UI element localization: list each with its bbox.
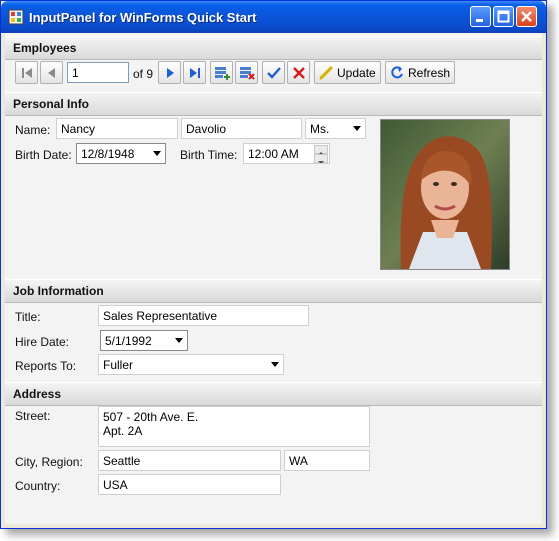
birth-date-value: 12/8/1948: [81, 147, 135, 161]
personal-info-header: Personal Info: [5, 92, 542, 116]
title-of-courtesy-select[interactable]: Ms.: [305, 118, 366, 139]
add-record-icon: [215, 67, 230, 80]
refresh-button-label: Refresh: [408, 66, 451, 80]
chevron-down-icon: [271, 362, 279, 367]
address-header-label: Address: [13, 387, 62, 401]
street-label: Street:: [15, 409, 51, 423]
cancel-button[interactable]: [287, 61, 310, 84]
reports-to-label: Reports To:: [15, 359, 77, 373]
last-record-button[interactable]: [183, 61, 206, 84]
chevron-down-icon: [318, 161, 324, 163]
first-name-field[interactable]: Nancy: [56, 118, 178, 139]
last-name-field[interactable]: Davolio: [181, 118, 302, 139]
next-record-icon: [167, 68, 174, 78]
country-label: Country:: [15, 479, 61, 493]
add-record-button[interactable]: [210, 61, 233, 84]
record-position-input[interactable]: 1: [67, 62, 129, 83]
employees-header-label: Employees: [13, 41, 77, 55]
chevron-down-icon: [153, 151, 161, 156]
update-button-label: Update: [337, 66, 376, 80]
delete-record-button[interactable]: [235, 61, 258, 84]
apply-button[interactable]: [262, 61, 285, 84]
employee-photo: [380, 119, 510, 270]
chevron-down-icon: [353, 126, 361, 131]
minimize-icon: [476, 19, 483, 22]
update-icon: [319, 66, 333, 80]
birth-date-label: Birth Date:: [15, 148, 72, 162]
job-information-header-label: Job Information: [13, 284, 104, 298]
app-icon: [8, 9, 24, 25]
title-of-courtesy-value: Ms.: [310, 122, 330, 136]
previous-record-button[interactable]: [40, 61, 63, 84]
minimize-button[interactable]: [470, 6, 491, 27]
birth-time-value: 12:00 AM: [248, 147, 299, 161]
region-field[interactable]: WA: [284, 450, 370, 471]
birth-time-spinner[interactable]: [314, 145, 328, 163]
hire-date-label: Hire Date:: [15, 335, 70, 349]
close-icon: [521, 11, 532, 22]
spin-up-button[interactable]: [314, 145, 328, 155]
input-panel: Employees 1 of 9 Update Refresh Personal…: [5, 33, 542, 524]
cancel-icon: [293, 67, 305, 79]
maximize-button[interactable]: [493, 6, 514, 27]
refresh-button[interactable]: Refresh: [385, 61, 455, 84]
hire-date-picker[interactable]: 5/1/1992: [100, 330, 188, 351]
apply-icon: [267, 67, 281, 79]
record-count-label: of 9: [133, 67, 154, 81]
city-region-label: City, Region:: [15, 455, 83, 469]
delete-record-icon: [240, 67, 255, 80]
previous-record-icon: [48, 68, 55, 78]
app-window: InputPanel for WinForms Quick Start Empl…: [0, 0, 547, 529]
birth-time-label: Birth Time:: [180, 148, 238, 162]
job-information-header: Job Information: [5, 279, 542, 303]
city-field[interactable]: Seattle: [98, 450, 281, 471]
update-button[interactable]: Update: [314, 61, 381, 84]
street-line-1: 507 - 20th Ave. E.: [103, 410, 199, 424]
job-title-label: Title:: [15, 310, 41, 324]
spin-down-button[interactable]: [314, 154, 328, 163]
birth-time-field[interactable]: 12:00 AM: [243, 143, 330, 164]
reports-to-select[interactable]: Fuller: [98, 354, 284, 375]
reports-to-value: Fuller: [103, 358, 134, 372]
employee-photo-image: [381, 120, 509, 269]
last-record-icon: [190, 68, 200, 78]
street-line-2: Apt. 2A: [103, 424, 143, 438]
refresh-icon: [391, 66, 403, 79]
job-title-field[interactable]: Sales Representative: [98, 305, 309, 326]
address-header: Address: [5, 382, 542, 406]
window-title: InputPanel for WinForms Quick Start: [29, 10, 257, 25]
title-bar[interactable]: InputPanel for WinForms Quick Start: [1, 1, 546, 33]
birth-date-picker[interactable]: 12/8/1948: [76, 143, 166, 164]
street-field[interactable]: 507 - 20th Ave. E. Apt. 2A: [98, 406, 370, 447]
chevron-down-icon: [175, 338, 183, 343]
next-record-button[interactable]: [158, 61, 181, 84]
close-button[interactable]: [516, 6, 537, 27]
personal-info-header-label: Personal Info: [13, 97, 90, 111]
maximize-icon: [497, 10, 510, 23]
country-field[interactable]: USA: [98, 474, 281, 495]
hire-date-value: 5/1/1992: [105, 334, 152, 348]
name-label: Name:: [15, 123, 51, 137]
first-record-button[interactable]: [15, 61, 38, 84]
first-record-icon: [22, 68, 32, 78]
employees-header: Employees: [5, 36, 542, 60]
